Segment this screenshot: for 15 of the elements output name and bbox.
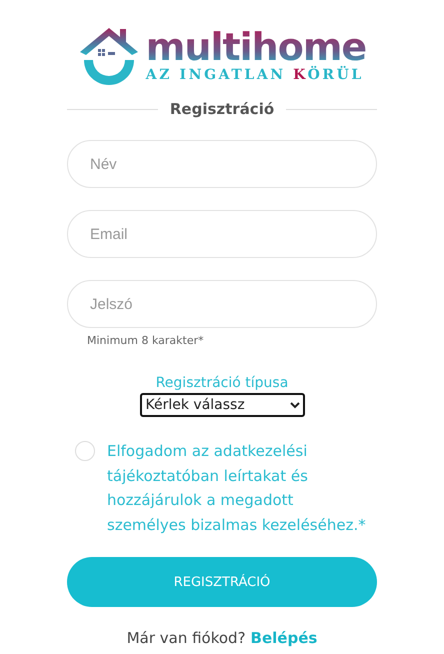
consent-text: Elfogadom az adatkezelési tájékoztatóban leírtakat és hozzájárulok a megadott személyes bizalmas kezeléséhez.* [107, 441, 367, 536]
login-link[interactable]: Belépés [250, 629, 318, 647]
text-field[interactable]: Jelszó [67, 280, 377, 328]
text-field[interactable]: Név [67, 140, 377, 188]
consent-checkbox[interactable] [75, 441, 95, 461]
text-field[interactable]: Email [67, 210, 377, 258]
field-hint: Minimum 8 karakter* [87, 334, 205, 347]
tagline-part: AZ INGATLAN [146, 67, 287, 83]
form-title: Regisztráció [170, 100, 274, 118]
registration-type-label: Regisztráció típusa [156, 375, 288, 391]
register-button[interactable]: REGISZTRÁCIÓ [67, 557, 377, 607]
registration-type-select[interactable]: Kérlek válassz [140, 393, 304, 417]
tagline-part: ÖRÜL [308, 67, 364, 83]
tagline-part: K [293, 67, 308, 83]
login-prompt: Már van fiókod? [126, 629, 246, 647]
